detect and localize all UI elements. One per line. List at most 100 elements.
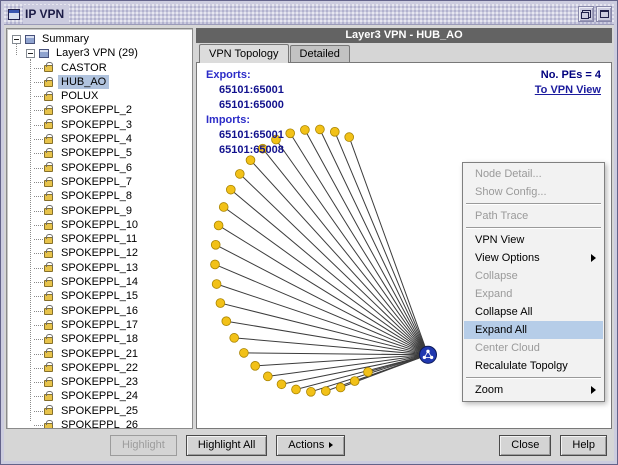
pe-node[interactable] [263, 372, 272, 381]
tree-item[interactable]: SPOKEPPL_3 [10, 118, 192, 132]
vpn-lock-icon [44, 380, 53, 387]
menu-item-label: Collapse All [475, 306, 532, 318]
window-titlebar[interactable]: IP VPN [4, 4, 614, 25]
pe-node[interactable] [330, 127, 339, 136]
to-vpn-view-link[interactable]: To VPN View [535, 83, 601, 98]
tab-vpn-topology[interactable]: VPN Topology [199, 44, 289, 63]
pe-node[interactable] [230, 333, 239, 342]
window-maximize-button[interactable] [596, 6, 612, 22]
tree-item[interactable]: SPOKEPPL_15 [10, 289, 192, 303]
tree-item[interactable]: SPOKEPPL_22 [10, 361, 192, 375]
tree-item[interactable]: SPOKEPPL_12 [10, 246, 192, 260]
tree-item-selected[interactable]: HUB_AO [10, 75, 192, 89]
highlight-all-button[interactable]: Highlight All [186, 435, 267, 456]
tree-item-label: SPOKEPPL_18 [58, 332, 141, 346]
actions-button[interactable]: Actions [276, 435, 345, 456]
actions-menu-arrow-icon [329, 442, 333, 448]
tree-item[interactable]: SPOKEPPL_25 [10, 404, 192, 418]
menu-item-zoom[interactable]: Zoom [464, 381, 603, 399]
vpn-lock-icon [44, 165, 53, 172]
tree-item[interactable]: SPOKEPPL_26 [10, 418, 192, 429]
highlight-button: Highlight [110, 435, 177, 456]
topology-link [263, 149, 428, 355]
tab-detailed[interactable]: Detailed [290, 45, 350, 62]
pe-node[interactable] [307, 387, 316, 396]
pe-node[interactable] [277, 380, 286, 389]
pe-node[interactable] [211, 240, 220, 249]
pe-node[interactable] [301, 125, 310, 134]
menu-item-expand: Expand [464, 285, 603, 303]
menu-item-view-options[interactable]: View Options [464, 249, 603, 267]
vpn-lock-icon [44, 108, 53, 115]
tree-item-label: SPOKEPPL_22 [58, 361, 141, 375]
tree-item-label: SPOKEPPL_12 [58, 246, 141, 260]
pe-node[interactable] [316, 125, 325, 134]
pe-node[interactable] [251, 361, 260, 370]
vpn-group-icon [39, 49, 49, 58]
tree-item[interactable]: SPOKEPPL_14 [10, 275, 192, 289]
panel-header: Layer3 VPN - HUB_AO [196, 28, 612, 43]
window-title: IP VPN [23, 5, 69, 24]
tree-expand-handle[interactable] [12, 35, 21, 44]
tree-item[interactable]: SPOKEPPL_9 [10, 204, 192, 218]
menu-separator [466, 227, 601, 229]
tree-item[interactable]: CASTOR [10, 61, 192, 75]
tree-item[interactable]: SPOKEPPL_18 [10, 332, 192, 346]
menu-item-recalulate-topolgy[interactable]: Recalulate Topolgy [464, 357, 603, 375]
hub-glyph [423, 356, 426, 359]
vpn-lock-icon [44, 294, 53, 301]
tree-item[interactable]: Summary [10, 32, 192, 46]
vpn-lock-icon [44, 94, 53, 101]
vpn-lock-icon [44, 408, 53, 415]
tree-item[interactable]: SPOKEPPL_5 [10, 146, 192, 160]
menu-item-center-cloud: Center Cloud [464, 339, 603, 357]
pe-node[interactable] [212, 280, 221, 289]
tree-item[interactable]: SPOKEPPL_8 [10, 189, 192, 203]
window-undock-button[interactable] [578, 6, 594, 22]
pe-node[interactable] [235, 169, 244, 178]
tree-item[interactable]: SPOKEPPL_24 [10, 389, 192, 403]
tree-item[interactable]: SPOKEPPL_10 [10, 218, 192, 232]
close-button[interactable]: Close [499, 435, 551, 456]
pe-node[interactable] [345, 133, 354, 142]
menu-item-vpn-view[interactable]: VPN View [464, 231, 603, 249]
pe-node[interactable] [321, 387, 330, 396]
pe-node[interactable] [286, 129, 295, 138]
pe-node[interactable] [226, 185, 235, 194]
tree-expand-handle[interactable] [26, 49, 35, 58]
tree-item[interactable]: SPOKEPPL_21 [10, 347, 192, 361]
tree-item[interactable]: SPOKEPPL_11 [10, 232, 192, 246]
pe-node[interactable] [292, 385, 301, 394]
hub-node[interactable] [420, 346, 437, 363]
menu-item-expand-all[interactable]: Expand All [464, 321, 603, 339]
tree-item-label: SPOKEPPL_14 [58, 275, 141, 289]
ip-vpn-window: IP VPN SummaryLayer3 VPN (29)CASTORHUB_A… [0, 0, 618, 465]
tree-item[interactable]: SPOKEPPL_17 [10, 318, 192, 332]
pe-node[interactable] [240, 348, 249, 357]
tree-item-label: SPOKEPPL_3 [58, 118, 135, 132]
tree-item[interactable]: SPOKEPPL_6 [10, 161, 192, 175]
pe-node[interactable] [364, 368, 373, 377]
tree-item[interactable]: SPOKEPPL_13 [10, 261, 192, 275]
tree-item[interactable]: POLUX [10, 89, 192, 103]
pe-node[interactable] [350, 377, 359, 386]
tree-item-label: SPOKEPPL_24 [58, 389, 141, 403]
pe-node[interactable] [219, 203, 228, 212]
pe-node[interactable] [336, 383, 345, 392]
help-button[interactable]: Help [560, 435, 607, 456]
tree-item-label: SPOKEPPL_10 [58, 218, 141, 232]
menu-item-collapse-all[interactable]: Collapse All [464, 303, 603, 321]
export-value: 65101:65000 [206, 98, 284, 113]
pe-node[interactable] [214, 221, 223, 230]
vpn-lock-icon [44, 280, 53, 287]
tree-item[interactable]: SPOKEPPL_7 [10, 175, 192, 189]
tree-item-label: POLUX [58, 89, 101, 103]
pe-node[interactable] [222, 317, 231, 326]
tree-item[interactable]: Layer3 VPN (29) [10, 46, 192, 60]
pe-node[interactable] [211, 260, 220, 269]
tree-item[interactable]: SPOKEPPL_2 [10, 103, 192, 117]
tree-item[interactable]: SPOKEPPL_16 [10, 304, 192, 318]
pe-node[interactable] [216, 299, 225, 308]
tree-item[interactable]: SPOKEPPL_23 [10, 375, 192, 389]
tree-item[interactable]: SPOKEPPL_4 [10, 132, 192, 146]
